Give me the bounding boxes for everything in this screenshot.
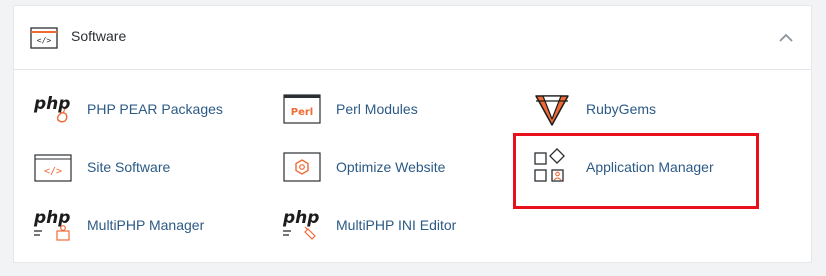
multiphp-ini-editor-link[interactable]: php MultiPHP INI Editor (282, 205, 512, 245)
optimize-website-link[interactable]: Optimize Website (282, 147, 502, 187)
multiphp-manager-link[interactable]: php MultiPHP Manager (33, 205, 263, 245)
site-software-link[interactable]: </> Site Software (33, 147, 263, 187)
apps-grid-icon (534, 148, 565, 182)
php-ini-icon: php (282, 208, 319, 240)
chevron-up-icon[interactable] (777, 30, 795, 46)
item-label: MultiPHP Manager (87, 217, 205, 233)
panel-header[interactable]: </> Software (14, 6, 811, 70)
item-label: Application Manager (586, 159, 714, 175)
application-manager-link[interactable]: Application Manager (532, 147, 752, 187)
perl-badge-text: Perl (291, 107, 313, 118)
item-label: Perl Modules (336, 101, 418, 117)
code-window-icon: </> (30, 27, 58, 49)
svg-text:</>: </> (37, 36, 52, 45)
perl-modules-link[interactable]: Perl Perl Modules (282, 89, 502, 129)
hexagon-gear-icon (283, 152, 321, 182)
item-label: Optimize Website (336, 159, 446, 175)
perl-icon: Perl (283, 94, 321, 124)
php-text: php (33, 208, 70, 228)
php-manager-icon: php (33, 208, 70, 241)
code-window-icon: </> (34, 154, 72, 182)
ruby-gem-icon (535, 95, 569, 126)
item-label: Site Software (87, 159, 171, 175)
item-label: PHP PEAR Packages (87, 101, 223, 117)
section-title: Software (71, 28, 127, 44)
item-label: RubyGems (586, 101, 657, 117)
item-label: MultiPHP INI Editor (336, 217, 457, 233)
php-pear-icon: php (33, 94, 70, 123)
php-pear-packages-link[interactable]: php PHP PEAR Packages (33, 89, 263, 129)
php-text: php (33, 94, 70, 114)
rubygems-link[interactable]: RubyGems (532, 89, 752, 129)
svg-text:</>: </> (44, 166, 62, 177)
software-panel: </> Software php PHP PEAR Packages Perl … (13, 5, 812, 263)
php-text: php (282, 208, 319, 228)
